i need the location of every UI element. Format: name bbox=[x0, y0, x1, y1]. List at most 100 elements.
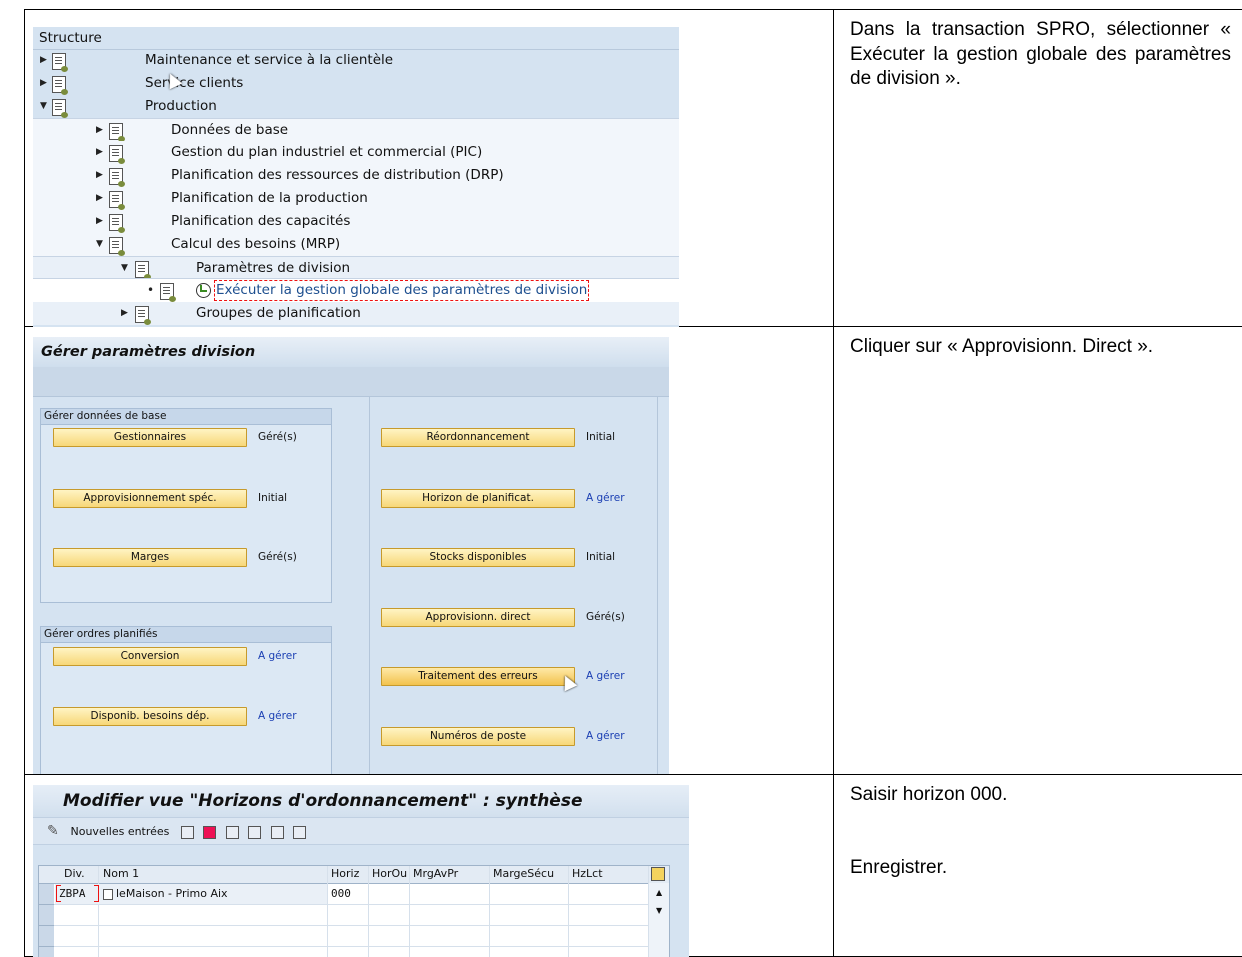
screen-title: Gérer paramètres division bbox=[33, 337, 669, 367]
copy-row-icon[interactable] bbox=[103, 889, 113, 900]
document-icon bbox=[135, 261, 151, 280]
expand-arrow-icon[interactable]: ▶ bbox=[96, 187, 103, 210]
divider bbox=[657, 397, 658, 774]
tree-node-label: Maintenance et service à la clientèle bbox=[145, 52, 394, 68]
horizon-input[interactable]: 000 bbox=[331, 886, 351, 902]
execute-clock-icon[interactable] bbox=[196, 283, 211, 298]
tree-node[interactable]: ▼ Calcul des besoins (MRP) bbox=[33, 233, 679, 256]
group-title: Gérer données de base bbox=[41, 409, 331, 425]
tree-node-label: Production bbox=[145, 98, 217, 114]
column-header[interactable]: HzLct bbox=[572, 866, 603, 882]
conversion-button[interactable]: Conversion bbox=[53, 647, 247, 666]
status-label: Géré(s) bbox=[258, 551, 297, 563]
scroll-down-icon[interactable]: ▼ bbox=[656, 906, 662, 915]
tree-node[interactable]: ▶ Planification de la production bbox=[33, 187, 679, 210]
row-selector[interactable] bbox=[39, 905, 54, 926]
change-pencil-icon[interactable]: ✎ bbox=[47, 818, 61, 844]
table-settings-icon[interactable] bbox=[651, 867, 665, 881]
row-selector[interactable] bbox=[39, 947, 54, 957]
collapse-arrow-icon[interactable]: ▼ bbox=[96, 233, 103, 256]
scroll-up-icon[interactable]: ▲ bbox=[656, 888, 662, 897]
gestionnaires-button[interactable]: Gestionnaires bbox=[53, 428, 247, 447]
expand-arrow-icon[interactable]: ▶ bbox=[96, 210, 103, 233]
select-all-icon[interactable] bbox=[248, 825, 262, 839]
status-label: Initial bbox=[586, 431, 616, 443]
tree-node[interactable]: ▶ Planification des capacités bbox=[33, 210, 679, 233]
status-label: Géré(s) bbox=[586, 611, 625, 623]
expand-arrow-icon[interactable]: ▶ bbox=[121, 302, 128, 325]
document-icon bbox=[160, 283, 176, 302]
status-label: A gérer bbox=[586, 670, 625, 682]
special-procurement-button[interactable]: Approvisionnement spéc. bbox=[53, 489, 247, 508]
planning-horizon-button[interactable]: Horizon de planificat. bbox=[381, 489, 575, 508]
expand-arrow-icon[interactable]: ▶ bbox=[40, 49, 47, 72]
horizon-view-screenshot: Modifier vue "Horizons d'ordonnancement"… bbox=[33, 785, 689, 957]
document-icon bbox=[52, 99, 68, 118]
copy-icon[interactable] bbox=[180, 825, 194, 839]
tree-node-label: Gestion du plan industriel et commercial… bbox=[171, 144, 483, 160]
rescheduling-button[interactable]: Réordonnancement bbox=[381, 428, 575, 447]
tree-node-selected[interactable]: • Exécuter la gestion globale des paramè… bbox=[33, 278, 679, 303]
document-icon bbox=[109, 237, 125, 256]
document-icon bbox=[52, 76, 68, 95]
item-numbers-button[interactable]: Numéros de poste bbox=[381, 727, 575, 746]
screen-title: Modifier vue "Horizons d'ordonnancement"… bbox=[33, 785, 689, 817]
document-icon bbox=[52, 53, 68, 72]
expand-arrow-icon[interactable]: ▶ bbox=[40, 72, 47, 95]
status-label: A gérer bbox=[258, 710, 297, 722]
delete-icon[interactable] bbox=[203, 825, 217, 839]
tree-node[interactable]: ▶ Maintenance et service à la clientèle bbox=[33, 49, 679, 72]
collapse-arrow-icon[interactable]: ▼ bbox=[121, 257, 128, 280]
column-header[interactable]: MargeSécu bbox=[493, 866, 554, 882]
column-header[interactable]: HorOu bbox=[372, 866, 407, 882]
row-selector[interactable] bbox=[39, 926, 54, 947]
availability-button[interactable]: Disponib. besoins dép. bbox=[53, 707, 247, 726]
column-header[interactable]: MrgAvPr bbox=[413, 866, 458, 882]
new-entries-button[interactable]: Nouvelles entrées bbox=[71, 825, 170, 838]
status-label: A gérer bbox=[258, 650, 297, 662]
tree-node-label: Service clients bbox=[145, 75, 244, 91]
highlight-mark bbox=[94, 885, 99, 902]
tree-node[interactable]: ▶ Groupes de planification bbox=[33, 302, 679, 325]
status-label: A gérer bbox=[586, 492, 625, 504]
column-header[interactable]: Nom 1 bbox=[103, 866, 139, 882]
collapse-arrow-icon[interactable]: ▼ bbox=[40, 95, 47, 118]
error-processing-button[interactable]: Traitement des erreurs bbox=[381, 667, 575, 686]
tree-node[interactable]: ▶ Service clients bbox=[33, 72, 679, 95]
row-selector[interactable] bbox=[39, 884, 54, 905]
name-cell: leMaison - Primo Aix bbox=[116, 887, 228, 900]
select-block-icon[interactable] bbox=[270, 825, 284, 839]
tree-node-label: Groupes de planification bbox=[196, 305, 361, 321]
column-header[interactable]: Div. bbox=[64, 866, 85, 882]
instruction-text: Cliquer sur « Approvisionn. Direct ». bbox=[850, 336, 1154, 357]
expand-arrow-icon[interactable]: ▶ bbox=[96, 164, 103, 187]
document-icon bbox=[109, 168, 125, 187]
deselect-all-icon[interactable] bbox=[293, 825, 307, 839]
document-icon bbox=[109, 145, 125, 164]
tree-node[interactable]: ▼ Production bbox=[33, 95, 679, 118]
horizon-table: Div. Nom 1 Horiz HorOu MrgAvPr MargeSécu… bbox=[38, 865, 670, 957]
tree-node-label: Données de base bbox=[171, 122, 289, 138]
column-header[interactable]: Horiz bbox=[331, 866, 359, 882]
undo-icon[interactable] bbox=[225, 825, 239, 839]
tree-node[interactable]: ▶ Données de base bbox=[33, 118, 679, 142]
tree-node-label: Calcul des besoins (MRP) bbox=[171, 236, 341, 252]
execute-activity-link[interactable]: Exécuter la gestion globale des paramètr… bbox=[214, 280, 590, 301]
available-stocks-button[interactable]: Stocks disponibles bbox=[381, 548, 575, 567]
plant-parameters-screenshot: Gérer paramètres division Gérer données … bbox=[33, 337, 669, 774]
tree-node-label: Planification de la production bbox=[171, 190, 368, 206]
tree-node[interactable]: ▶ Gestion du plan industriel et commerci… bbox=[33, 141, 679, 164]
direct-procurement-button[interactable]: Approvisionn. direct bbox=[381, 608, 575, 627]
expand-arrow-icon[interactable]: ▶ bbox=[96, 119, 103, 142]
tree-node-label: Paramètres de division bbox=[196, 260, 351, 276]
tree-header: Structure bbox=[33, 27, 679, 50]
status-label: A gérer bbox=[586, 730, 625, 742]
tree-node[interactable]: ▼ Paramètres de division bbox=[33, 256, 679, 280]
tree-node[interactable]: ▶ Planification des ressources de distri… bbox=[33, 164, 679, 187]
tree-node-label: Planification des capacités bbox=[171, 213, 351, 229]
status-label: Géré(s) bbox=[258, 431, 297, 443]
status-label: Initial bbox=[586, 551, 616, 563]
margins-button[interactable]: Marges bbox=[53, 548, 247, 567]
document-icon bbox=[109, 214, 125, 233]
expand-arrow-icon[interactable]: ▶ bbox=[96, 141, 103, 164]
